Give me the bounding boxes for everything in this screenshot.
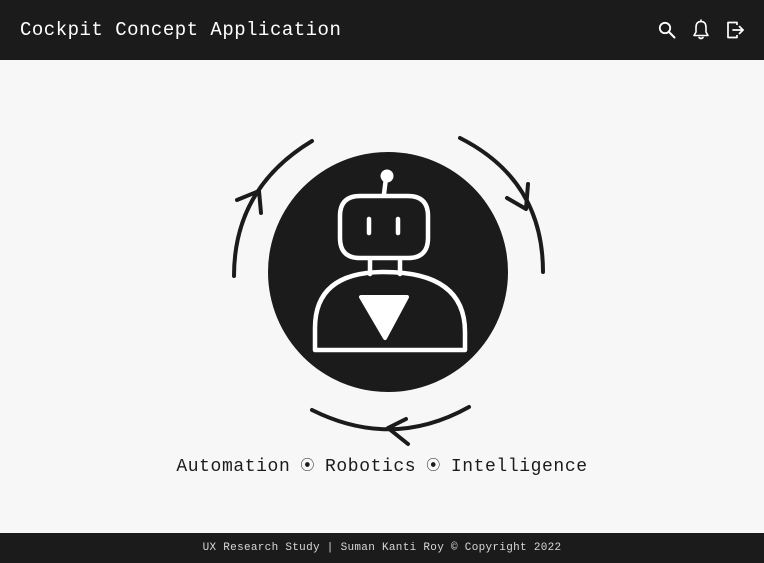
search-icon: [658, 21, 676, 39]
app-window: Cockpit Concept Application Automation ⦿…: [0, 0, 764, 563]
tagline-separator: ⦿: [300, 459, 315, 475]
top-bar: Cockpit Concept Application: [0, 0, 764, 60]
footer-text: UX Research Study | Suman Kanti Roy © Co…: [202, 542, 562, 554]
robot-antenna-tip: [380, 169, 394, 183]
hero-section: Automation ⦿ Robotics ⦿ Intelligence: [0, 60, 764, 533]
logout-icon: [727, 21, 744, 39]
footer: UX Research Study | Suman Kanti Roy © Co…: [0, 533, 764, 563]
app-title: Cockpit Concept Application: [20, 19, 342, 41]
search-button[interactable]: [656, 19, 678, 41]
tagline-intelligence: Intelligence: [450, 457, 588, 477]
tagline-separator: ⦿: [426, 459, 441, 475]
logout-button[interactable]: [724, 19, 746, 41]
tagline-automation: Automation: [176, 457, 291, 477]
tagline: Automation ⦿ Robotics ⦿ Intelligence: [0, 456, 764, 477]
robot-cycle-icon: [232, 136, 545, 446]
tagline-robotics: Robotics: [324, 457, 417, 477]
bell-icon: [693, 19, 709, 40]
robot-face: [346, 202, 422, 252]
header-actions: [656, 19, 746, 41]
arrow-bottom-head: [386, 417, 410, 446]
notifications-button[interactable]: [690, 19, 712, 41]
